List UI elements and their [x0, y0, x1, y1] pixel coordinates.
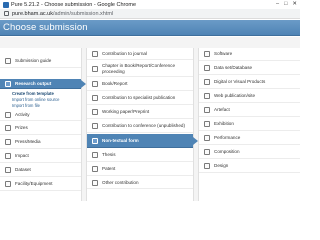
- thesis-icon: [92, 152, 98, 158]
- url-host: pure.bham.ac.uk: [12, 10, 53, 17]
- type-item-thesis[interactable]: Thesis: [87, 149, 193, 162]
- dialog-title: Choose submission: [3, 22, 88, 33]
- category-item-facility[interactable]: Facility/Equipment: [0, 178, 81, 191]
- subtype-item-digital-visual[interactable]: Digital or Visual Products: [199, 76, 300, 89]
- performance-icon: [204, 135, 210, 141]
- app-icon: [3, 1, 9, 8]
- guide-icon: [5, 58, 11, 64]
- category-item-prizes[interactable]: Prizes: [0, 122, 81, 135]
- type-item-other-contribution[interactable]: Other contribution: [87, 177, 193, 189]
- web-icon: [204, 93, 210, 99]
- activity-icon: [5, 111, 11, 118]
- subtype-item-artefact[interactable]: Artefact: [199, 104, 300, 117]
- window-title: Pure 5.21.2 - Choose submission - Google…: [11, 1, 137, 8]
- category-item-research-output[interactable]: Research output: [0, 79, 86, 89]
- minimize-icon[interactable]: –: [276, 1, 279, 8]
- subtype-item-web-publication[interactable]: Web publication/site: [199, 90, 300, 103]
- exhibition-icon: [204, 121, 210, 127]
- working-paper-icon: [92, 109, 98, 115]
- subtype-item-data-set[interactable]: Data set/Database: [199, 62, 300, 75]
- specialist-publication-icon: [92, 95, 98, 101]
- subtype-item-performance[interactable]: Performance: [199, 132, 300, 145]
- database-icon: [204, 65, 210, 71]
- category-column: Submission guide Research output Create …: [0, 48, 86, 201]
- composition-icon: [204, 149, 210, 155]
- window-titlebar: Pure 5.21.2 - Choose submission - Google…: [0, 0, 300, 9]
- close-icon[interactable]: ✕: [292, 1, 297, 8]
- type-item-journal[interactable]: Contribution to journal: [87, 48, 193, 60]
- type-item-working-paper[interactable]: Working paper/Preprint: [87, 106, 193, 119]
- subtype-item-software[interactable]: Software: [199, 48, 300, 61]
- subtype-item-design[interactable]: Design: [199, 160, 300, 173]
- type-item-patent[interactable]: Patent: [87, 163, 193, 176]
- non-textual-icon: [92, 137, 98, 144]
- subtype-item-composition[interactable]: Composition: [199, 146, 300, 159]
- journal-icon: [92, 50, 98, 57]
- output-type-column: Contribution to journal Chapter in Book/…: [86, 48, 198, 201]
- press-icon: [5, 139, 11, 145]
- artefact-icon: [204, 107, 210, 113]
- prize-icon: [5, 125, 11, 131]
- type-item-book-report[interactable]: Book/Report: [87, 78, 193, 91]
- type-item-specialist-publication[interactable]: Contribution to specialist publication: [87, 92, 193, 105]
- category-item-activity[interactable]: Activity: [0, 109, 81, 121]
- category-item-press-media[interactable]: Press/Media: [0, 136, 81, 149]
- book-icon: [92, 81, 98, 87]
- maximize-icon[interactable]: □: [284, 1, 287, 8]
- research-output-icon: [5, 80, 11, 87]
- dialog-header: Choose submission: [0, 20, 300, 36]
- submission-panels: Submission guide Research output Create …: [0, 37, 300, 201]
- design-icon: [204, 163, 210, 169]
- subtype-item-exhibition[interactable]: Exhibition: [199, 118, 300, 131]
- dataset-icon: [5, 167, 11, 173]
- type-item-conference[interactable]: Contribution to conference (unpublished): [87, 120, 193, 133]
- submenu-import-file[interactable]: Import from file: [0, 102, 81, 108]
- category-item-dataset[interactable]: Dataset: [0, 164, 81, 177]
- chapter-icon: [92, 65, 98, 72]
- category-item-submission-guide[interactable]: Submission guide: [0, 55, 81, 68]
- subtype-column: Software Data set/Database Digital or Vi…: [198, 48, 300, 201]
- type-item-non-textual-form[interactable]: Non-textual form: [87, 134, 198, 148]
- impact-icon: [5, 153, 11, 159]
- software-icon: [204, 51, 210, 57]
- address-bar[interactable]: pure.bham.ac.uk /admin/submission.xhtml: [0, 9, 300, 19]
- digital-visual-icon: [204, 79, 210, 85]
- lock-icon: [4, 11, 9, 16]
- type-item-chapter[interactable]: Chapter in Book/Report/Conference procee…: [87, 61, 193, 77]
- patent-icon: [92, 166, 98, 172]
- window-controls: – □ ✕: [276, 1, 297, 8]
- url-path: /admin/submission.xhtml: [52, 10, 114, 17]
- facility-icon: [5, 181, 11, 187]
- category-item-impact[interactable]: Impact: [0, 150, 81, 163]
- conference-icon: [92, 123, 98, 129]
- other-contribution-icon: [92, 179, 98, 186]
